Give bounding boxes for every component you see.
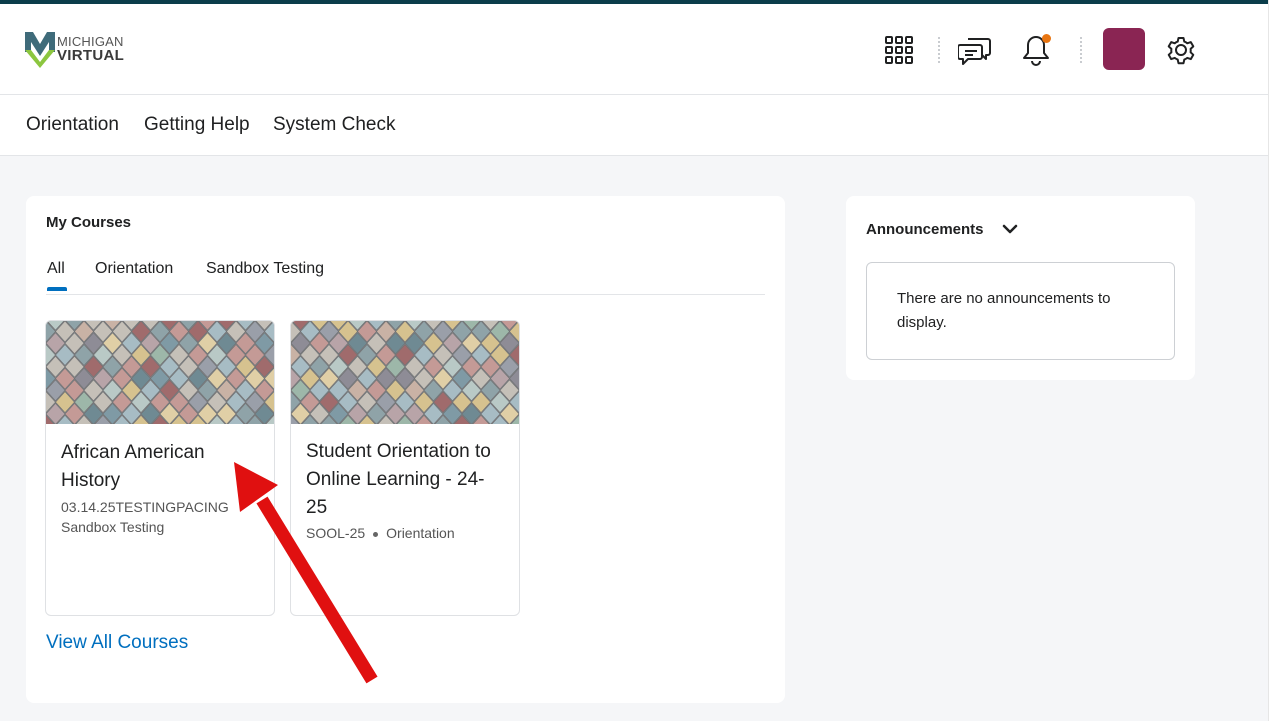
tab-orientation[interactable]: Orientation [95,260,173,278]
gear-icon[interactable] [1163,32,1199,68]
header: MICHIGAN VIRTUAL [0,4,1268,95]
bell-icon[interactable] [1018,32,1054,68]
nav-getting-help[interactable]: Getting Help [144,114,250,136]
announcements-widget: Announcements There are no announcements… [846,196,1195,380]
course-semester: Orientation [386,525,455,541]
course-title[interactable]: African American History [61,439,205,495]
my-courses-title: My Courses [46,214,132,231]
tab-label: All [47,260,65,277]
brand-line2: VIRTUAL [57,47,125,64]
chevron-down-icon[interactable] [1002,222,1018,240]
bullet-separator [373,531,379,537]
course-tabs: All Orientation Sandbox Testing [46,260,765,295]
announcements-empty-box: There are no announcements to display. [866,262,1175,360]
header-divider [1080,37,1082,63]
tab-all[interactable]: All [47,260,67,291]
nav-orientation[interactable]: Orientation [26,114,119,136]
my-courses-widget: My Courses All Orientation Sandbox Testi… [26,196,785,703]
announcements-empty-message: There are no announcements to display. [897,290,1111,331]
course-card-african-american-history[interactable]: African American History 03.14.25TESTING… [45,320,275,616]
app-grid-icon[interactable] [881,32,917,68]
brand-logo[interactable]: MICHIGAN VIRTUAL [25,30,124,68]
course-meta: SOOL-25 Orientation [306,523,455,543]
logo-mark-icon [25,32,55,68]
header-divider [938,37,940,63]
avatar[interactable] [1103,28,1145,70]
course-title[interactable]: Student Orientation to Online Learning -… [306,438,491,522]
view-all-courses-link[interactable]: View All Courses [46,632,188,654]
tab-selected-indicator [47,287,67,291]
scrollbar[interactable] [1268,0,1281,721]
message-icon[interactable] [957,32,993,68]
course-meta: 03.14.25TESTINGPACING Sandbox Testing [61,497,229,537]
course-navbar: Orientation Getting Help System Check [0,95,1268,156]
course-image [46,321,274,424]
course-card-student-orientation[interactable]: Student Orientation to Online Learning -… [290,320,520,616]
course-code: SOOL-25 [306,525,366,541]
course-code: 03.14.25TESTINGPACING [61,499,229,515]
course-image [291,321,519,424]
nav-system-check[interactable]: System Check [273,114,395,136]
notification-dot [1042,34,1051,43]
announcements-title: Announcements [866,221,984,238]
course-semester: Sandbox Testing [61,519,165,535]
tab-sandbox-testing[interactable]: Sandbox Testing [206,260,324,278]
